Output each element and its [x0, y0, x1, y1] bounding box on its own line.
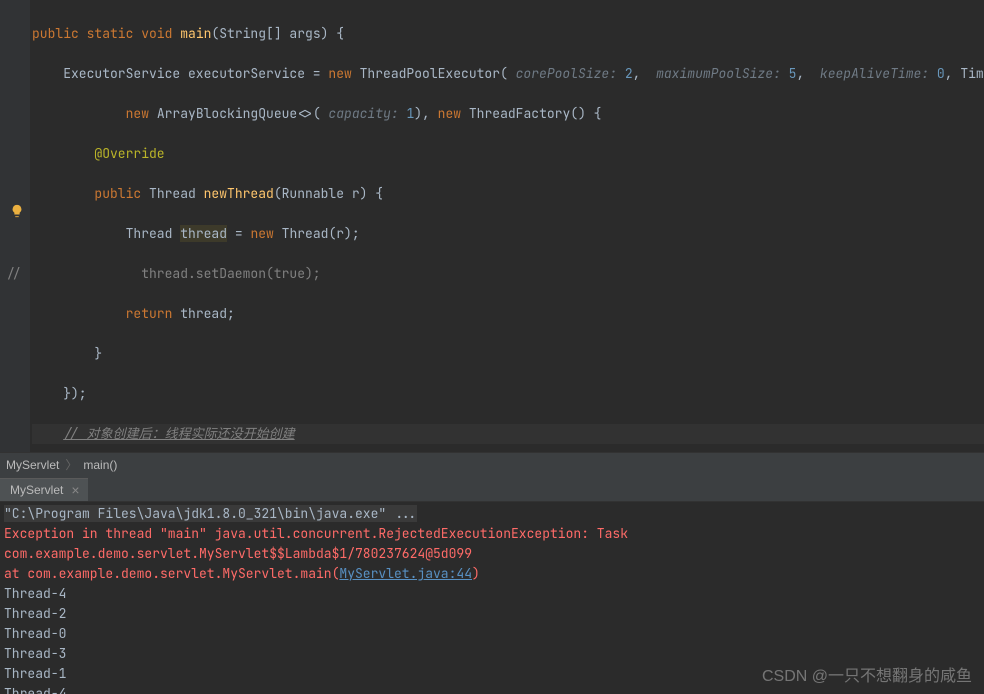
breadcrumb-class[interactable]: MyServlet: [6, 458, 59, 472]
comment: // 对象创建后：线程实际还没开始创建: [63, 425, 294, 442]
console-command: "C:\Program Files\Java\jdk1.8.0_321\bin\…: [4, 505, 417, 522]
code-area[interactable]: public static void main(String[] args) {…: [0, 0, 984, 452]
console-line: Thread-0: [4, 624, 980, 644]
console-line: Thread-4: [4, 584, 980, 604]
breadcrumb-method[interactable]: main(): [83, 458, 117, 472]
watermark: CSDN @一只不想翻身的咸鱼: [762, 662, 972, 686]
console-error: Exception in thread "main" java.util.con…: [4, 524, 980, 564]
intention-bulb-icon[interactable]: [10, 204, 24, 218]
keyword: public static void: [32, 25, 172, 42]
run-tabs: MyServlet ×: [0, 476, 984, 502]
annotation: @Override: [94, 145, 164, 162]
editor-gutter: [0, 0, 30, 452]
console-line: Thread-3: [4, 644, 980, 664]
close-icon[interactable]: ×: [71, 485, 79, 495]
current-line: // 对象创建后：线程实际还没开始创建: [32, 424, 984, 444]
method-name: main: [180, 25, 211, 42]
stacktrace-link[interactable]: MyServlet.java:44: [339, 565, 472, 582]
chevron-right-icon: 〉: [65, 456, 77, 473]
tab-label: MyServlet: [10, 483, 63, 497]
breadcrumbs[interactable]: MyServlet 〉 main(): [0, 452, 984, 476]
code-editor[interactable]: public static void main(String[] args) {…: [0, 0, 984, 452]
run-tab[interactable]: MyServlet ×: [0, 478, 88, 501]
console-line: Thread-2: [4, 604, 980, 624]
